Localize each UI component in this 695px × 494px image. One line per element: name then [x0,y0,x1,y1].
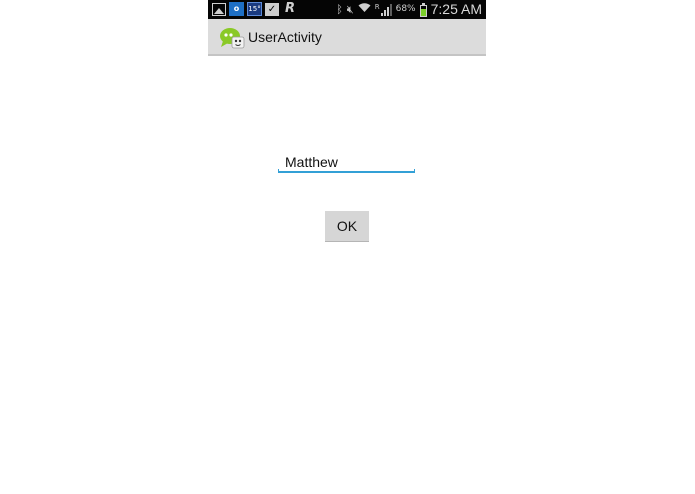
page: o 15° ✓ R ᛒ 🔇︎ R 68% 7:25 AM UserActivit… [0,0,695,494]
task-check-icon: ✓ [265,2,279,16]
wifi-icon [358,0,371,19]
name-input-underline [278,169,415,173]
app-chat-icon [220,28,245,49]
status-bar: o 15° ✓ R ᛒ 🔇︎ R 68% 7:25 AM [208,0,486,19]
battery-fill [420,8,426,16]
signal-icon: R [374,2,392,16]
ok-button[interactable]: OK [325,211,369,242]
outlook-icon: o [229,2,244,16]
battery-icon [419,2,427,17]
bluetooth-icon: ᛒ [336,3,343,16]
gallery-image-icon [212,2,226,16]
system-icons: ᛒ 🔇︎ R 68% 7:25 AM [336,0,482,19]
battery-percent: 68% [395,4,416,14]
clock: 7:25 AM [430,1,482,17]
notification-icons: o 15° ✓ R [212,2,298,16]
phone-screen: o 15° ✓ R ᛒ 🔇︎ R 68% 7:25 AM UserActivit… [208,0,486,494]
mute-icon: 🔇︎ [346,3,354,16]
roaming-label: R [374,2,380,11]
app-r-icon: R [284,1,295,16]
page-title: UserActivity [248,29,322,45]
weather-icon: 15° [247,2,262,16]
action-bar: UserActivity [208,19,486,56]
